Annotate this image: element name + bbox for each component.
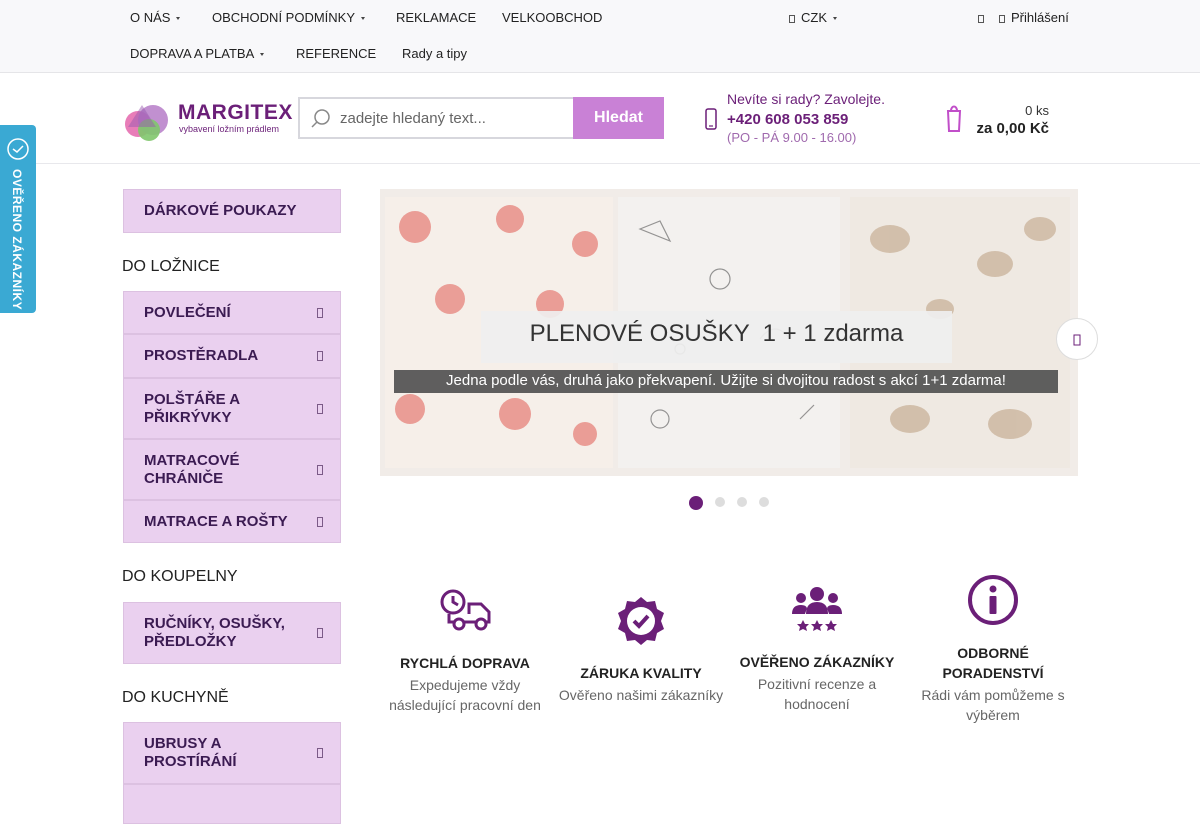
feature-title: ODBORNÉ PORADENSTVÍ [942, 645, 1044, 681]
banner-next-button[interactable] [1056, 318, 1098, 360]
expand-icon[interactable] [317, 516, 323, 527]
nav-item-rady-a-tipy[interactable]: Rady a tipy [402, 46, 467, 61]
contact-question: Nevíte si rady? Zavolejte. [727, 91, 885, 107]
cart-widget[interactable]: 0 ks za 0,00 Kč [918, 73, 1078, 163]
currency-selector[interactable]: CZK [789, 10, 837, 25]
slider-dot-1[interactable] [689, 496, 703, 510]
sidebar-item-matrace-rosty[interactable]: MATRACE A ROŠTY [123, 500, 341, 543]
expand-icon[interactable] [317, 748, 323, 758]
expand-icon[interactable] [317, 307, 323, 318]
search-input[interactable] [340, 99, 570, 137]
sidebar-group-title-kitchen: DO KUCHYNĚ [122, 689, 229, 706]
expand-icon[interactable] [317, 403, 323, 414]
slider-dot-4[interactable] [759, 497, 769, 507]
login-link[interactable]: Přihlášení [999, 10, 1069, 25]
verified-by-customers-tab[interactable]: OVĚŘENO ZÁKAZNÍKY [0, 125, 36, 313]
contact-block: Nevíte si rady? Zavolejte. +420 608 053 … [705, 89, 905, 149]
feature-verified: OVĚŘENO ZÁKAZNÍKY Pozitivní recenze a ho… [729, 586, 905, 714]
nav-item-velkoobchod[interactable]: VELKOOBCHOD [502, 10, 602, 25]
user-icon [999, 15, 1005, 23]
logo-name: MARGITEX [178, 101, 293, 124]
currency-icon [789, 15, 795, 23]
feature-fast-delivery: RYCHLÁ DOPRAVA Expedujeme vždy následují… [377, 588, 553, 715]
sidebar-item-povleceni[interactable]: POVLEČENÍ [123, 291, 341, 334]
expand-icon[interactable] [317, 464, 323, 475]
slider-dot-3[interactable] [737, 497, 747, 507]
hero-banner[interactable]: PLENOVÉ OSUŠKY 1 + 1 zdarma Jedna podle … [380, 189, 1078, 476]
truck-clock-icon [440, 589, 491, 631]
cart-count: 0 ks [1025, 103, 1049, 118]
chevron-down-icon [176, 17, 181, 21]
banner-subline: Jedna podle vás, druhá jako překvapení. … [446, 372, 1006, 389]
chevron-down-icon [260, 53, 265, 57]
feature-desc: Rádi vám pomůžeme s výběrem [921, 687, 1065, 723]
expand-icon[interactable] [317, 351, 323, 361]
sidebar-item-rucniky-osusky[interactable]: RUČNÍKY, OSUŠKY, PŘEDLOŽKY [123, 602, 341, 664]
search-box [298, 97, 574, 139]
contact-hours: (PO - PÁ 9.00 - 16.00) [727, 130, 857, 145]
feature-quality: ZÁRUKA KVALITY Ověřeno našimi zákazníky [553, 595, 729, 705]
search-form: Hledat [298, 97, 664, 139]
sidebar-item-matracove-chranice[interactable]: MATRACOVÉ CHRÁNIČE [123, 439, 341, 500]
header: MARGITEX vybavení ložním prádlem Hledat … [0, 73, 1200, 164]
sidebar-item-polstare-prikryvky[interactable]: POLŠTÁŘE A PŘIKRÝVKY [123, 378, 341, 439]
chevron-down-icon [361, 17, 366, 21]
feature-desc: Pozitivní recenze a hodnocení [757, 676, 877, 712]
feature-desc: Expedujeme vždy následující pracovní den [389, 677, 541, 713]
logo-tagline: vybavení ložním prádlem [179, 124, 280, 134]
sidebar-item-gift-vouchers[interactable]: DÁRKOVÉ POUKAZY [123, 189, 341, 233]
cart-icon [946, 105, 962, 132]
feature-title: OVĚŘENO ZÁKAZNÍKY [739, 654, 895, 670]
search-icon [311, 109, 330, 128]
check-badge-icon [618, 597, 664, 645]
feature-title: RYCHLÁ DOPRAVA [400, 655, 530, 671]
nav-item-obchodni-podminky[interactable]: OBCHODNÍ PODMÍNKY [212, 10, 366, 25]
contact-phone[interactable]: +420 608 053 859 [727, 111, 848, 128]
expand-icon[interactable] [317, 628, 323, 638]
cart-total: za 0,00 Kč [976, 120, 1049, 137]
info-circle-icon [968, 575, 1018, 625]
chevron-down-icon [833, 17, 837, 21]
banner-headline: PLENOVÉ OSUŠKY 1 + 1 zdarma [529, 320, 904, 347]
feature-advice: ODBORNÉ PORADENSTVÍ Rádi vám pomůžeme s … [905, 574, 1081, 725]
nav-item-reference[interactable]: REFERENCE [296, 46, 376, 61]
sidebar-group-title-bathroom: DO KOUPELNY [122, 568, 238, 585]
people-stars-icon [792, 587, 842, 631]
verified-tab-label: OVĚŘENO ZÁKAZNÍKY [10, 169, 24, 311]
phone-icon [705, 108, 717, 130]
sidebar-item-ubrusy-prostirani[interactable]: UBRUSY A PROSTÍRÁNÍ [123, 722, 341, 784]
sidebar-item-prosteradla[interactable]: PROSTĚRADLA [123, 334, 341, 378]
search-icon [978, 15, 984, 23]
search-button[interactable]: Hledat [573, 97, 664, 139]
logo[interactable]: MARGITEX vybavení ložním prádlem [122, 97, 292, 141]
verified-badge-icon [7, 138, 29, 160]
search-toggle[interactable] [978, 10, 990, 25]
feature-desc: Ověřeno našimi zákazníky [558, 687, 724, 703]
top-bar: O NÁS OBCHODNÍ PODMÍNKY REKLAMACE VELKOO… [0, 0, 1200, 73]
nav-item-doprava-a-platba[interactable]: DOPRAVA A PLATBA [130, 46, 265, 61]
nav-item-reklamace[interactable]: REKLAMACE [396, 10, 476, 25]
chevron-right-icon [1073, 334, 1081, 346]
nav-item-o-nas[interactable]: O NÁS [130, 10, 181, 25]
feature-title: ZÁRUKA KVALITY [580, 665, 702, 681]
slider-dot-2[interactable] [715, 497, 725, 507]
sidebar-group-title-bedroom: DO LOŽNICE [122, 258, 220, 275]
sidebar-item-next[interactable] [123, 784, 341, 824]
